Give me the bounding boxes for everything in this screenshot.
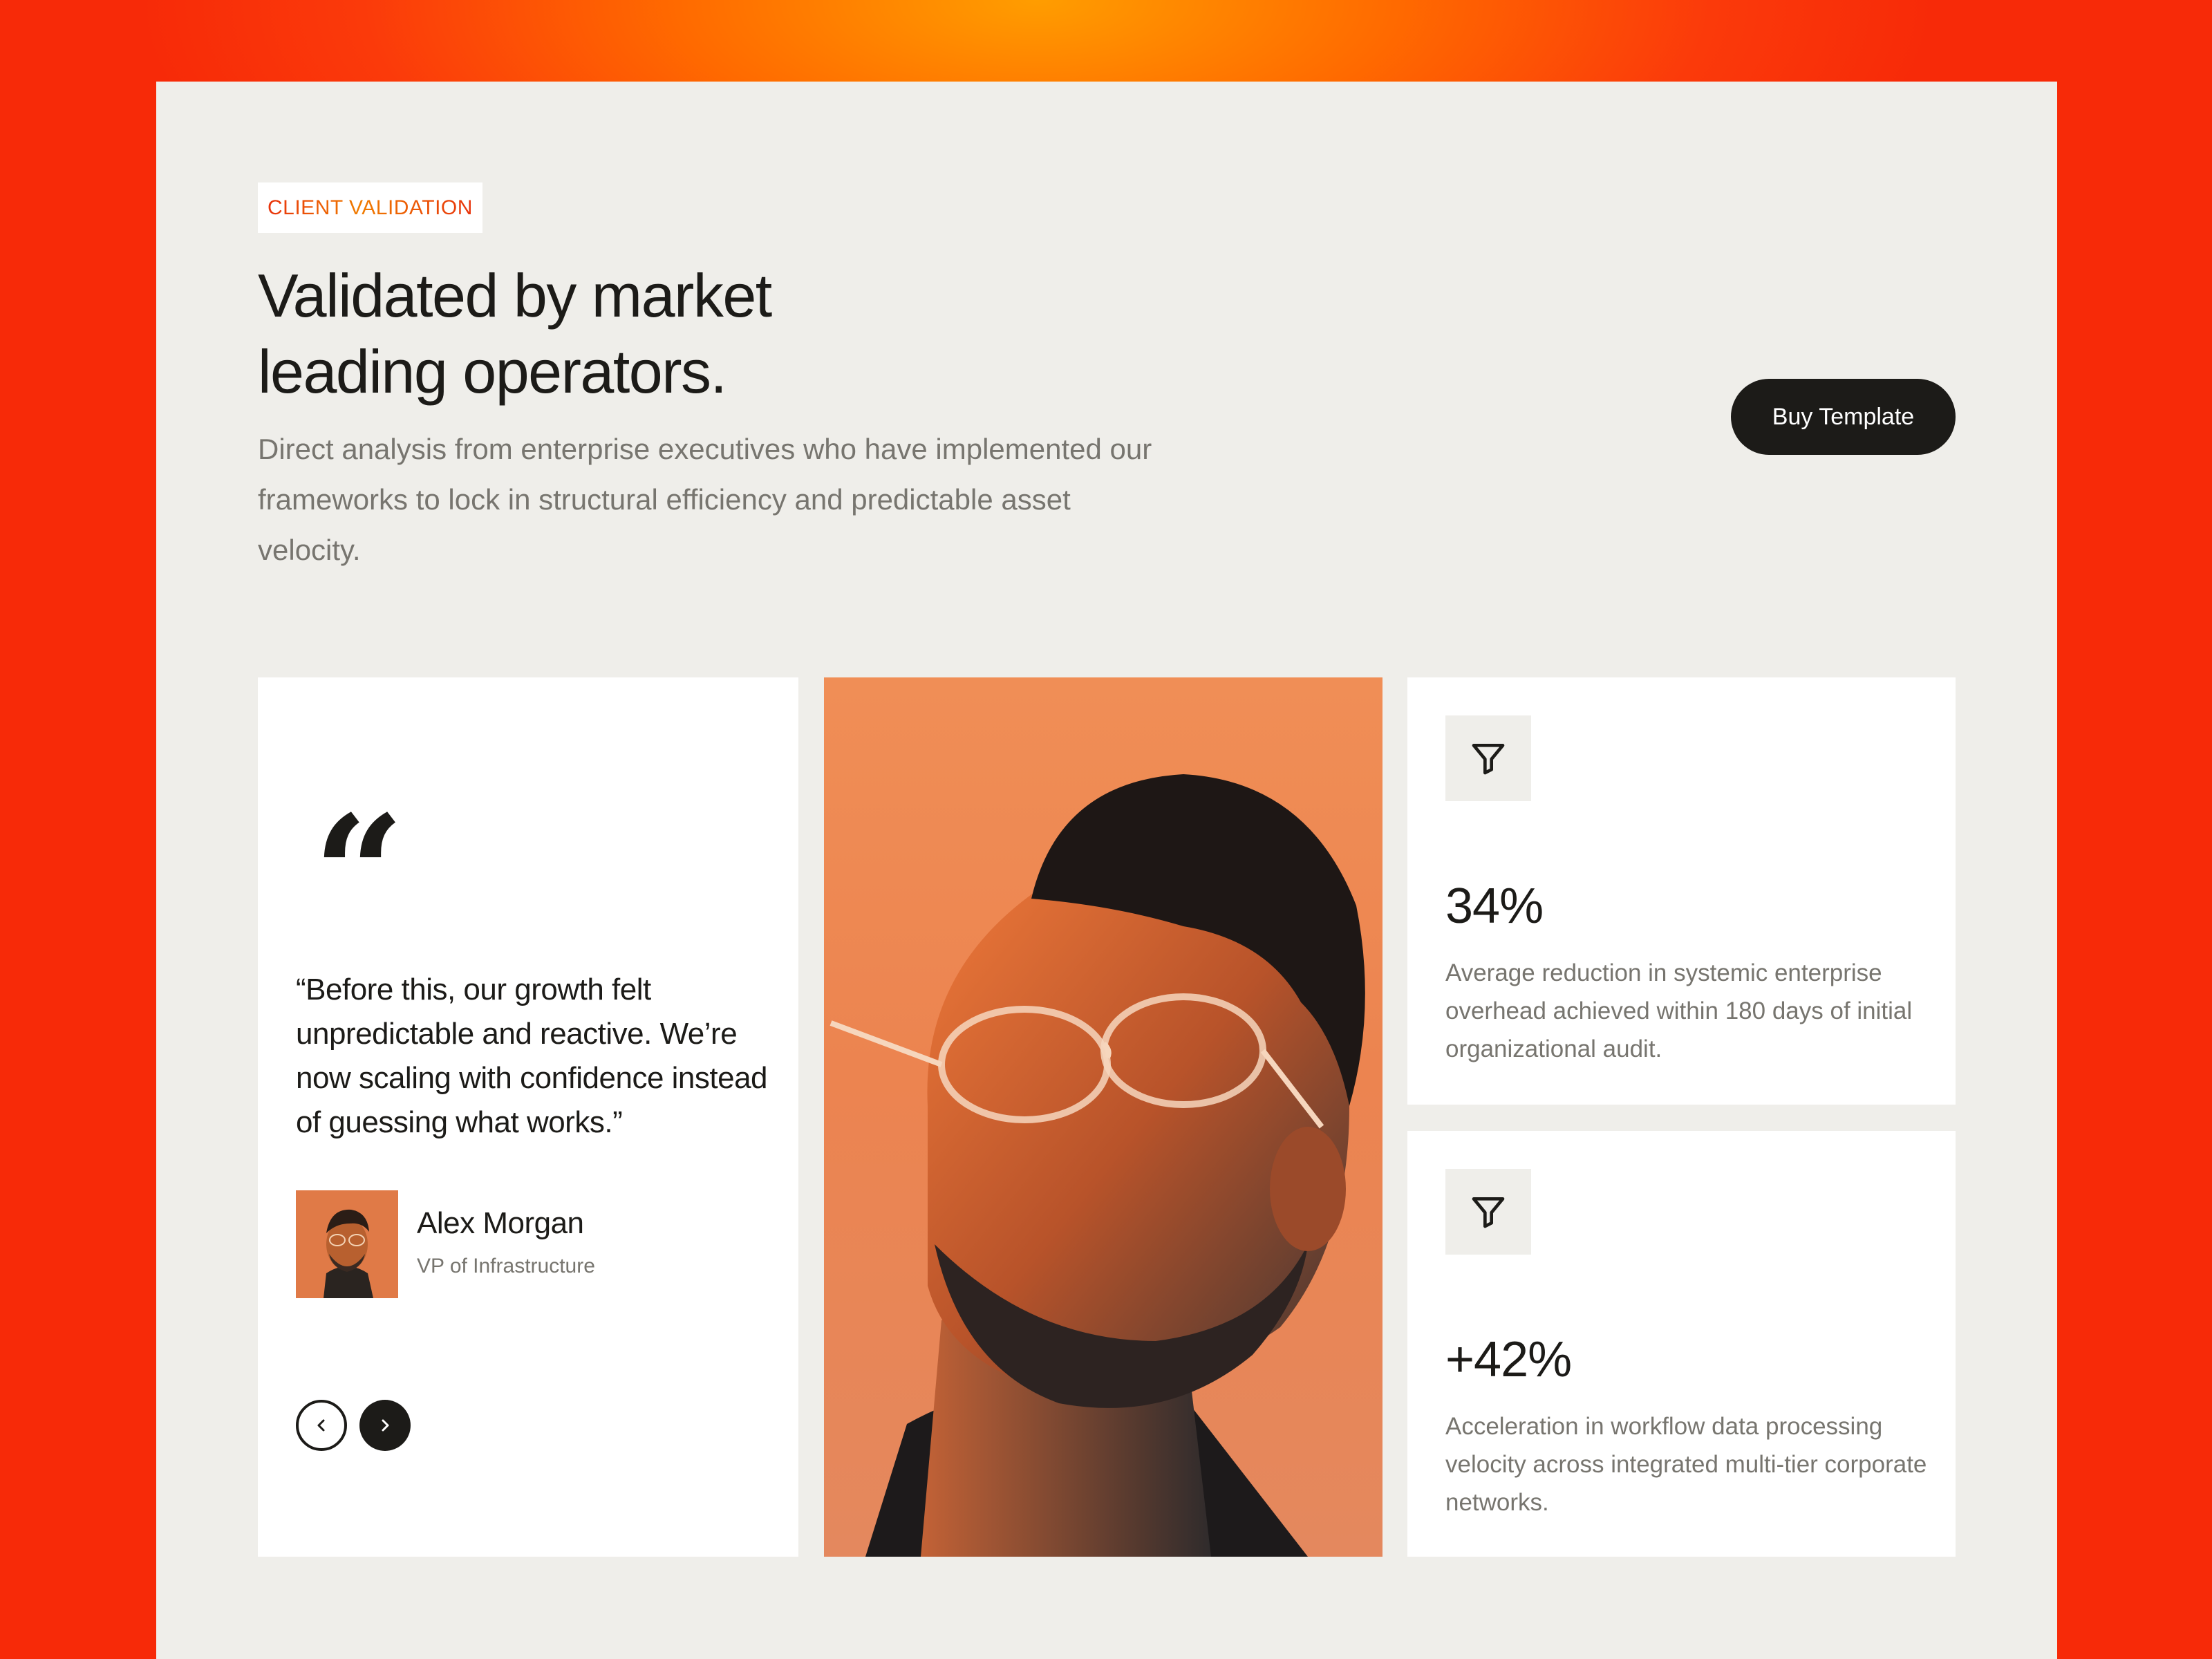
quote-mark-icon: “: [313, 781, 405, 968]
author-name: Alex Morgan: [417, 1206, 584, 1240]
eyebrow-tag: CLIENT VALIDATION: [258, 182, 482, 233]
stat-value: +42%: [1445, 1332, 1572, 1387]
portrait-photo: [824, 677, 1382, 1557]
stat-icon-box: [1445, 1169, 1531, 1255]
portrait-illustration: [830, 774, 1365, 1557]
stat-icon-box: [1445, 715, 1531, 801]
avatar: [296, 1190, 398, 1298]
stat-card: 34% Average reduction in systemic enterp…: [1407, 677, 1956, 1105]
author-role: VP of Infrastructure: [417, 1255, 595, 1277]
filter-icon: [1472, 1197, 1505, 1228]
chevron-left-icon: [317, 1419, 325, 1432]
buy-template-button[interactable]: Buy Template: [1731, 379, 1956, 455]
eyebrow-label: CLIENT VALIDATION: [268, 196, 473, 219]
next-testimonial-button[interactable]: [359, 1400, 411, 1451]
stat-card: +42% Acceleration in workflow data proce…: [1407, 1131, 1956, 1557]
previous-testimonial-button[interactable]: [296, 1400, 347, 1451]
testimonial-card: “ “Before this, our growth felt unpredic…: [258, 677, 798, 1557]
section-subtext: Direct analysis from enterprise executiv…: [258, 433, 1152, 566]
chevron-right-icon: [382, 1419, 389, 1432]
filter-icon: [1472, 744, 1505, 775]
avatar-portrait: [296, 1190, 398, 1298]
headline-line-1: Validated by market: [258, 261, 772, 330]
section-headline: Validated by market leading operators.: [258, 258, 1018, 410]
testimonial-quote: “Before this, our growth felt unpredicta…: [296, 973, 768, 1139]
headline-line-2: leading operators.: [258, 337, 727, 406]
stat-value: 34%: [1445, 879, 1544, 934]
stat-description: Average reduction in systemic enterprise…: [1445, 959, 1913, 1062]
testimonial-section: CLIENT VALIDATION Validated by market le…: [156, 82, 2057, 1659]
stat-description: Acceleration in workflow data processing…: [1445, 1413, 1927, 1516]
